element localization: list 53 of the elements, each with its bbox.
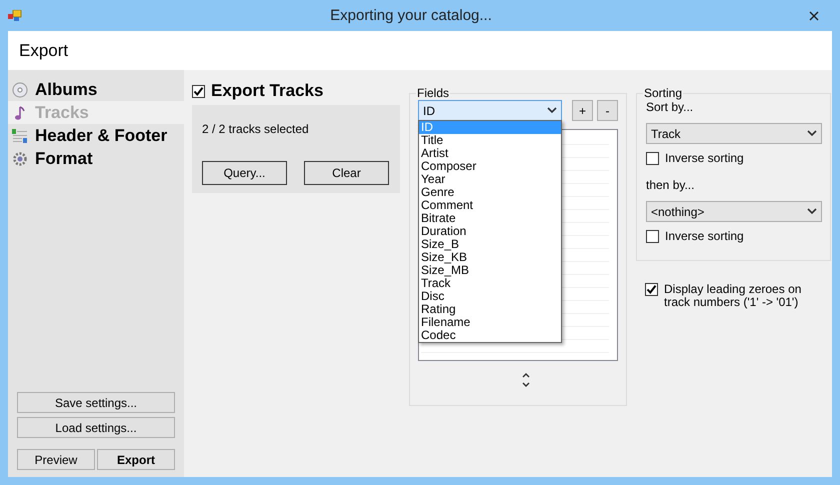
dropdown-option[interactable]: Composer	[419, 160, 561, 173]
checkbox[interactable]	[646, 152, 659, 164]
checkbox-label: Export Tracks	[211, 81, 324, 101]
dropdown-option[interactable]: Filename	[419, 316, 561, 329]
sort-by-label: Sort by...	[646, 100, 694, 114]
chevron-down-icon	[807, 208, 817, 215]
checkbox[interactable]	[646, 230, 659, 242]
remove-button[interactable]: -	[597, 100, 618, 121]
checkbox-label: Display leading zeroes on track numbers ('1' -> '01')	[664, 283, 802, 309]
selection-count: 2 / 2 tracks selected	[202, 122, 310, 136]
checkbox[interactable]	[645, 283, 658, 296]
dropdown-option[interactable]: Size_B	[419, 238, 561, 251]
disc-icon	[12, 82, 28, 98]
sidebar-item[interactable]: Albums	[8, 78, 184, 101]
checkbox-label: Inverse sorting	[665, 229, 744, 243]
chevron-down-icon	[547, 107, 557, 114]
group-title: Fields	[416, 86, 450, 100]
sort-dropdown[interactable]: Track	[646, 123, 822, 144]
group-title: Sorting	[643, 86, 684, 100]
settings-button[interactable]: Load settings...	[17, 417, 175, 438]
clear-button[interactable]: Clear	[304, 161, 389, 185]
dropdown-option[interactable]: Year	[419, 173, 561, 186]
checkbox[interactable]	[192, 84, 205, 98]
sidebar-item[interactable]: Format	[8, 147, 184, 170]
dropdown-option[interactable]: Size_MB	[419, 264, 561, 277]
dropdown-option[interactable]: Artist	[419, 147, 561, 160]
settings-button[interactable]: Save settings...	[17, 392, 175, 413]
app-icon	[8, 10, 22, 22]
gear-icon	[12, 150, 28, 166]
window-title: Exporting your catalog...	[330, 7, 492, 24]
dropdown-option[interactable]: Bitrate	[419, 212, 561, 225]
add-button[interactable]: +	[572, 100, 593, 121]
preview-button[interactable]: Preview	[17, 449, 95, 470]
dropdown-option[interactable]: Rating	[419, 303, 561, 316]
dropdown-option[interactable]: Disc	[419, 290, 561, 303]
export-button[interactable]: Export	[97, 449, 175, 470]
dropdown-option[interactable]: Comment	[419, 199, 561, 212]
dropdown-option[interactable]: Codec	[419, 329, 561, 342]
dropdown-option[interactable]: Size_KB	[419, 251, 561, 264]
sort-dropdown[interactable]: <nothing>	[646, 201, 822, 222]
sidebar-item[interactable]: Header & Footer	[8, 124, 184, 147]
dropdown-option[interactable]: Title	[419, 134, 561, 147]
checkbox-label: Inverse sorting	[665, 151, 744, 165]
chevron-down-icon	[807, 130, 817, 137]
dropdown-option[interactable]: Track	[419, 277, 561, 290]
dropdown-option[interactable]: Genre	[419, 186, 561, 199]
header-title: Export	[19, 40, 68, 60]
up-down-icon[interactable]	[521, 371, 531, 389]
query-button[interactable]: Query...	[202, 161, 287, 185]
dropdown-option[interactable]: Duration	[419, 225, 561, 238]
then-by-label: then by...	[646, 178, 696, 192]
field-dropdown[interactable]: ID	[418, 100, 562, 121]
header-footer-icon	[12, 128, 28, 144]
